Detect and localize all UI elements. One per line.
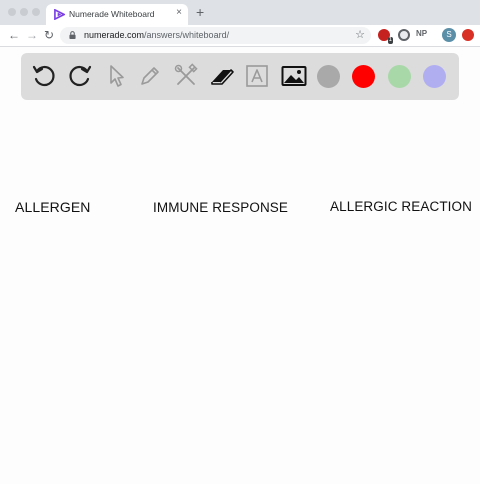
- pointer-tool[interactable]: [102, 62, 130, 90]
- canvas-text-allergic-reaction[interactable]: ALLERGIC REACTION: [330, 199, 472, 214]
- close-tab-icon[interactable]: ×: [176, 7, 182, 19]
- undo-button[interactable]: [30, 62, 58, 90]
- tools-icon: [174, 63, 198, 85]
- color-swatch-green[interactable]: [388, 65, 411, 88]
- back-button[interactable]: ←: [8, 28, 20, 42]
- image-tool[interactable]: [280, 62, 308, 90]
- text-tool[interactable]: [243, 62, 271, 90]
- lock-icon: [69, 31, 76, 39]
- canvas-text-allergen[interactable]: ALLERGEN: [15, 199, 91, 215]
- extension-circle-icon[interactable]: [398, 29, 410, 41]
- color-swatch-purple[interactable]: [423, 65, 446, 88]
- browser-toolbar: ← → ↻ numerade.com/answers/whiteboard/ ☆…: [0, 25, 480, 47]
- extension-badge: 1: [387, 37, 393, 44]
- canvas-text-immune-response[interactable]: IMMUNE RESPONSE: [153, 200, 288, 215]
- extension-notify-icon[interactable]: [462, 29, 474, 41]
- url-path: /answers/whiteboard/: [144, 30, 230, 40]
- reload-button[interactable]: ↻: [44, 28, 54, 42]
- eraser-tool[interactable]: [208, 62, 236, 90]
- url-host: numerade.com: [84, 30, 145, 40]
- text-box-icon: [246, 65, 268, 87]
- undo-icon: [32, 65, 55, 87]
- url-text: numerade.com/answers/whiteboard/: [84, 30, 229, 40]
- profile-avatar[interactable]: S: [442, 28, 456, 42]
- color-swatch-gray[interactable]: [317, 65, 340, 88]
- address-bar[interactable]: numerade.com/answers/whiteboard/ ☆: [60, 27, 371, 44]
- tab-strip: Numerade Whiteboard × +: [0, 0, 480, 25]
- minimize-window-button[interactable]: [20, 8, 28, 16]
- maximize-window-button[interactable]: [32, 8, 40, 16]
- numerade-logo-icon: [54, 9, 65, 20]
- forward-button[interactable]: →: [26, 28, 38, 42]
- pointer-icon: [110, 65, 124, 87]
- redo-button[interactable]: [66, 62, 94, 90]
- new-tab-button[interactable]: +: [196, 5, 204, 19]
- eraser-icon: [211, 69, 234, 85]
- close-window-button[interactable]: [8, 8, 16, 16]
- redo-icon: [69, 65, 92, 87]
- whiteboard-canvas[interactable]: ALLERGEN IMMUNE RESPONSE ALLERGIC REACTI…: [0, 104, 480, 484]
- tab-title: Numerade Whiteboard: [69, 9, 155, 19]
- browser-tab[interactable]: Numerade Whiteboard ×: [46, 4, 188, 25]
- tools-button[interactable]: [172, 62, 200, 90]
- image-icon: [281, 66, 307, 86]
- pencil-icon: [141, 67, 159, 85]
- pencil-tool[interactable]: [136, 62, 164, 90]
- color-swatch-red[interactable]: [352, 65, 375, 88]
- bookmark-star-icon[interactable]: ☆: [355, 28, 365, 42]
- extension-red-icon[interactable]: 1: [378, 29, 393, 44]
- whiteboard-toolbar: [21, 53, 459, 100]
- extension-np-icon[interactable]: NP: [416, 29, 427, 38]
